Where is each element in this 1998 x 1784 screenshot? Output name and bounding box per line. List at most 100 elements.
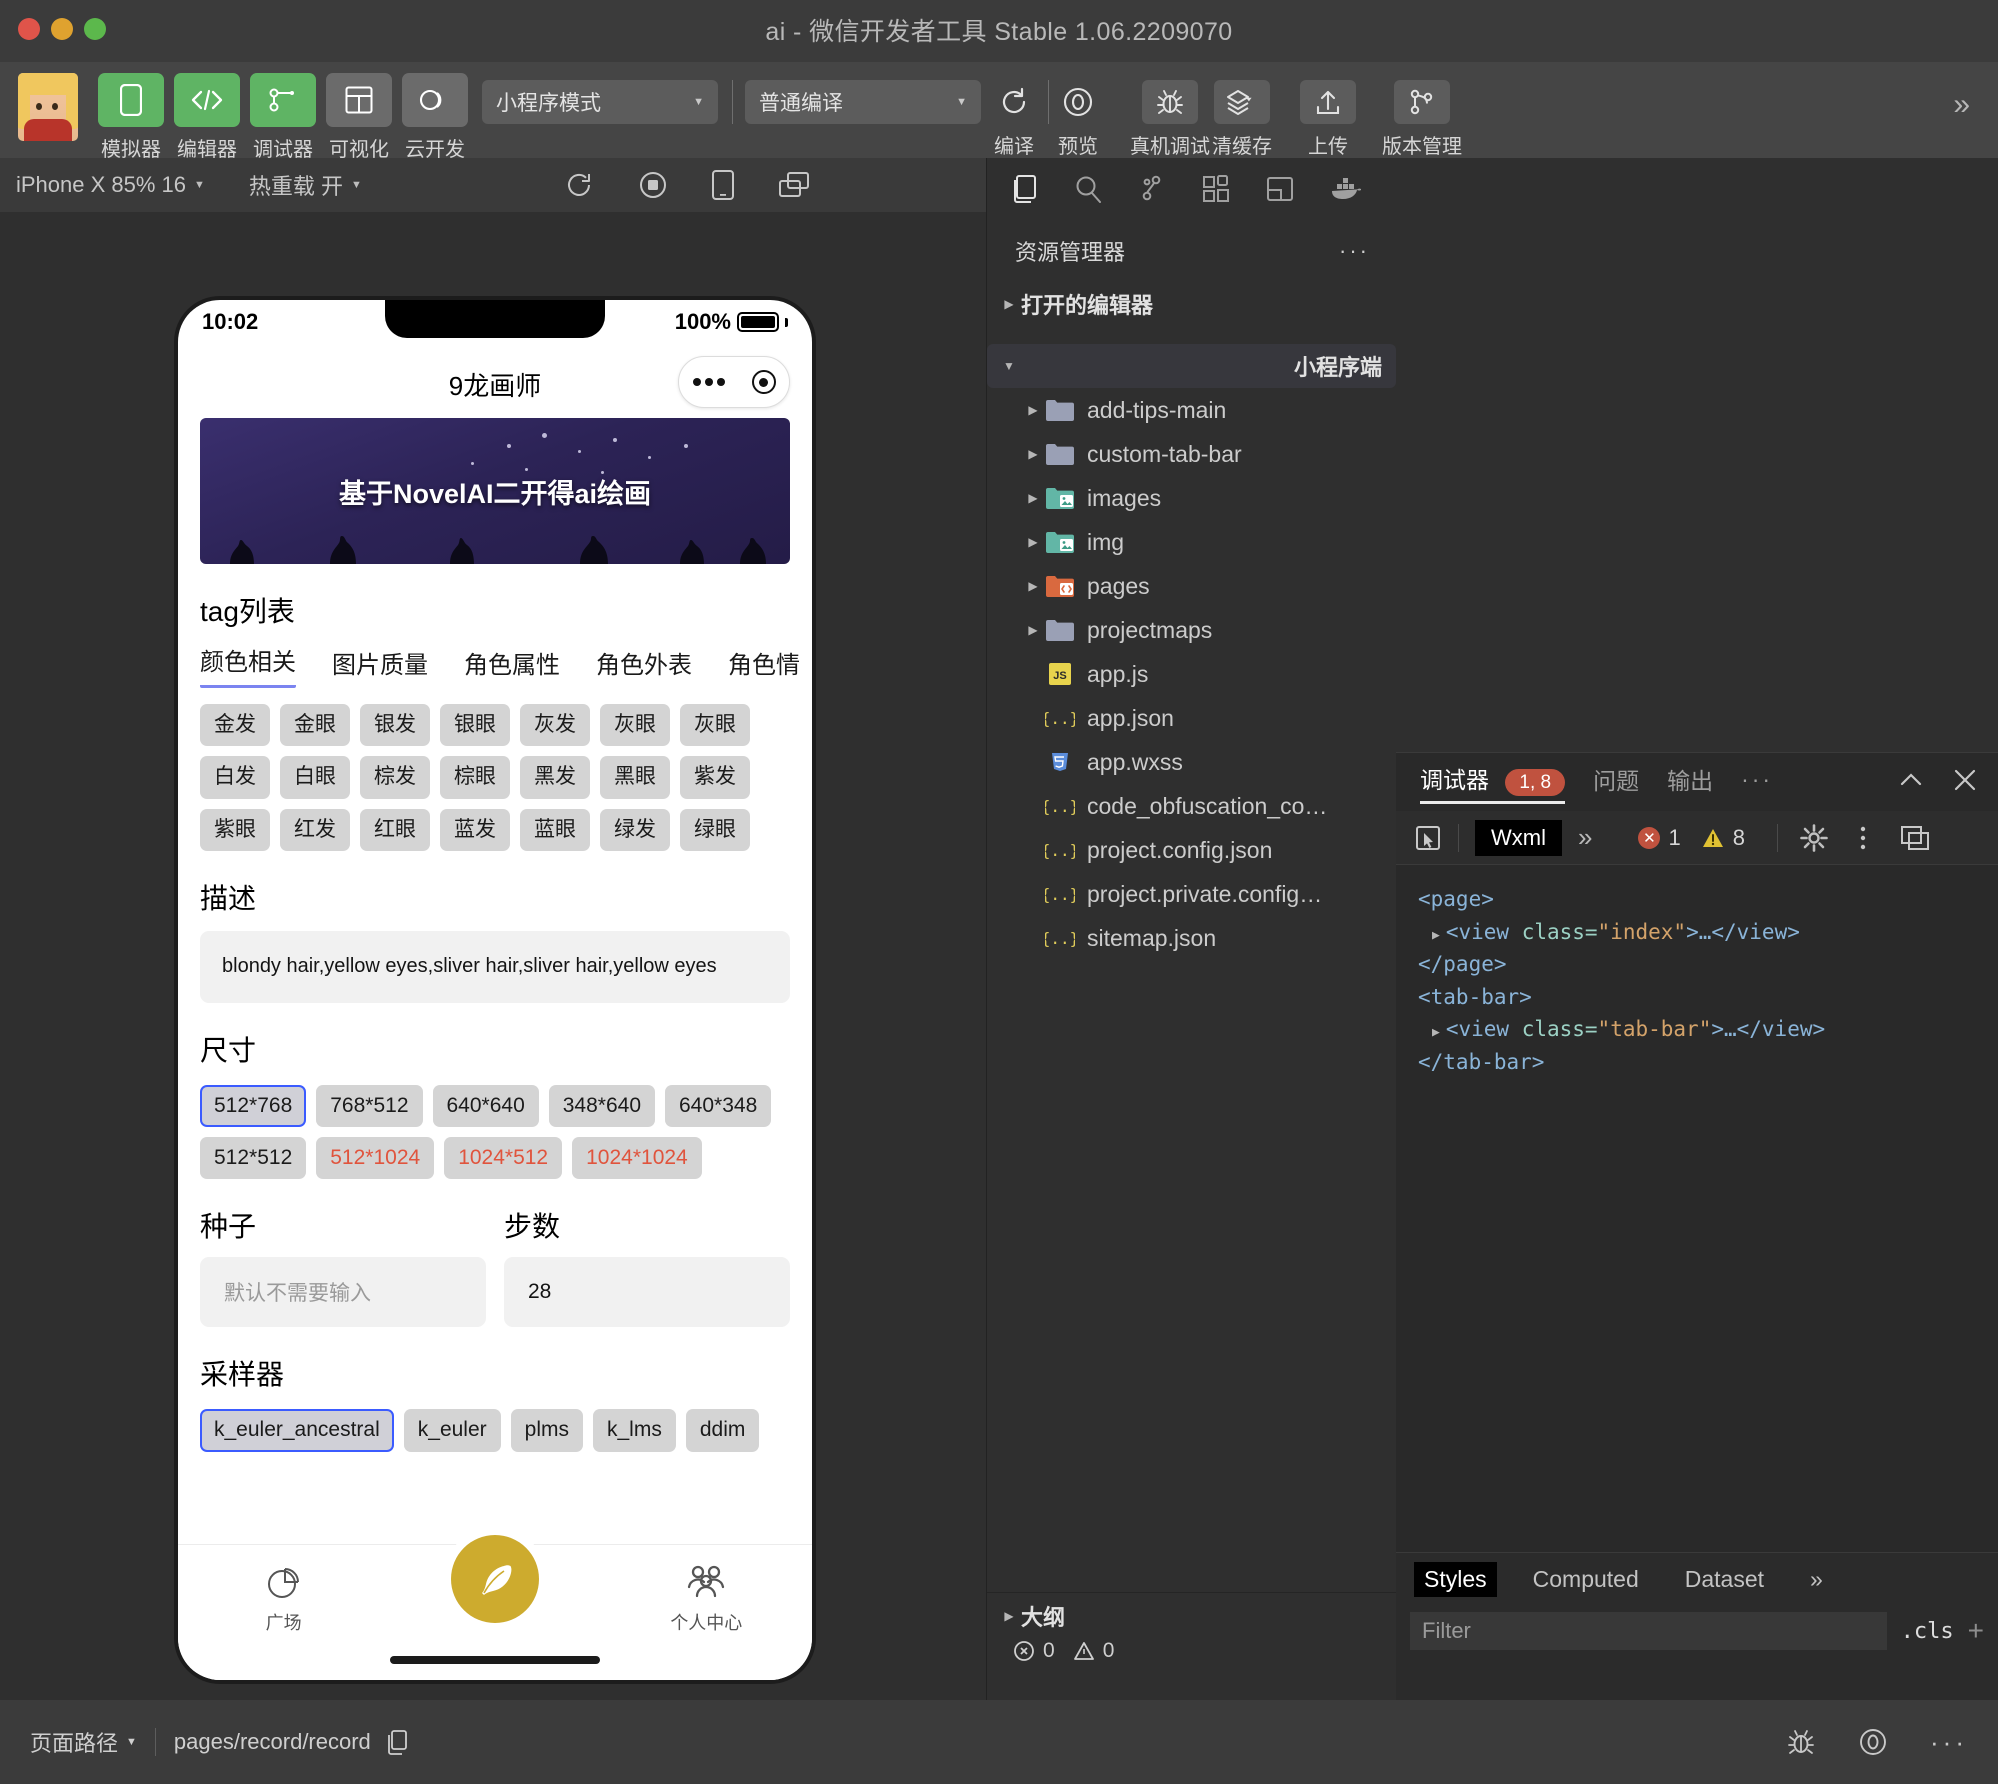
file-tree-row[interactable]: {..} project.config.json — [987, 828, 1396, 872]
real-device-debug-button[interactable]: 真机调试 — [1130, 80, 1210, 159]
debugger-more-button[interactable]: ··· — [1741, 766, 1773, 799]
tag-chip[interactable]: 灰发 — [520, 704, 590, 747]
toolbar-item-debugger[interactable]: 调试器 — [246, 62, 320, 162]
version-control-button[interactable]: 版本管理 — [1382, 80, 1462, 159]
close-target-icon[interactable] — [751, 370, 776, 394]
code-line[interactable]: </tab-bar> — [1418, 1046, 1982, 1079]
steps-input[interactable]: 28 — [504, 1257, 790, 1328]
tag-chip[interactable]: 蓝眼 — [520, 808, 590, 851]
tag-tab-0[interactable]: 颜色相关 — [200, 642, 296, 688]
tab-computed[interactable]: Computed — [1523, 1562, 1649, 1597]
outline-header[interactable]: ▶ 大纲 — [987, 1593, 1397, 1639]
gear-icon[interactable] — [1800, 823, 1828, 852]
size-chip[interactable]: 512*1024 — [316, 1137, 435, 1180]
compile-button[interactable]: 编译 — [986, 80, 1042, 159]
sub-tab-wxml[interactable]: Wxml — [1475, 819, 1562, 856]
extensions-icon[interactable] — [1201, 174, 1231, 204]
tag-chip[interactable]: 灰眼 — [680, 704, 750, 747]
close-icon[interactable] — [1952, 767, 1978, 793]
page-path-select[interactable]: 页面路径 ▼ — [30, 1726, 137, 1758]
size-chip[interactable]: 1024*1024 — [572, 1137, 702, 1180]
chevron-up-icon[interactable] — [1898, 769, 1924, 791]
explorer-group-miniprogram[interactable]: ▼ 小程序端 — [987, 344, 1396, 388]
toolbar-item-visualize[interactable]: 可视化 — [322, 62, 396, 162]
refresh-icon[interactable] — [564, 170, 594, 200]
styles-tabs-overflow[interactable]: » — [1800, 1562, 1833, 1597]
sampler-chip[interactable]: k_euler_ancestral — [200, 1409, 394, 1452]
tab-problems[interactable]: 问题 — [1593, 762, 1639, 802]
code-line[interactable]: </page> — [1418, 948, 1982, 981]
files-icon[interactable] — [1009, 174, 1039, 204]
sampler-chip[interactable]: ddim — [685, 1409, 760, 1452]
split-editor-icon[interactable] — [1265, 174, 1295, 204]
tab-output[interactable]: 输出 — [1667, 762, 1713, 802]
tab-plaza[interactable]: 广场 — [199, 1561, 369, 1635]
tag-chip[interactable]: 绿眼 — [680, 808, 750, 851]
file-tree-row[interactable]: ▶ images — [987, 476, 1396, 520]
mode-select[interactable]: 小程序模式 ▼ — [482, 80, 718, 124]
tab-dataset[interactable]: Dataset — [1675, 1562, 1774, 1597]
tag-chip[interactable]: 棕发 — [360, 756, 430, 799]
promo-banner[interactable]: 基于NovelAI二开得ai绘画 — [200, 418, 790, 564]
multi-window-icon[interactable] — [778, 171, 810, 199]
explorer-group-open-editors[interactable]: ▶ 打开的编辑器 — [987, 282, 1396, 326]
file-tree-row[interactable]: ▶ img — [987, 520, 1396, 564]
size-chip[interactable]: 768*512 — [316, 1084, 423, 1127]
code-line[interactable]: <tab-bar> — [1418, 981, 1982, 1014]
wxml-code-view[interactable]: <page> ▶ <view class="index">…</view> </pag… — [1396, 865, 1998, 1078]
tag-tab-3[interactable]: 角色外表 — [596, 645, 692, 688]
record-stop-icon[interactable] — [638, 170, 668, 200]
code-line[interactable]: ▶ <view class="tab-bar">…</view> — [1418, 1013, 1982, 1046]
clear-cache-button[interactable]: 清缓存 — [1212, 80, 1272, 159]
toolbar-item-cloud[interactable]: 云开发 — [398, 62, 472, 162]
tag-chip[interactable]: 白眼 — [280, 756, 350, 799]
file-tree-row[interactable]: {..} project.private.config… — [987, 872, 1396, 916]
size-chip[interactable]: 1024*512 — [444, 1137, 563, 1180]
copy-icon[interactable] — [385, 1729, 409, 1755]
tag-chip[interactable]: 蓝发 — [440, 808, 510, 851]
dock-side-icon[interactable] — [1900, 825, 1930, 851]
tag-chip[interactable]: 灰眼 — [600, 704, 670, 747]
styles-filter-input[interactable]: Filter — [1410, 1612, 1887, 1650]
tag-chip[interactable]: 棕眼 — [440, 756, 510, 799]
issue-counts[interactable]: ✕ 1 8 — [1638, 825, 1745, 851]
code-line[interactable]: <page> — [1418, 883, 1982, 916]
search-icon[interactable] — [1073, 174, 1103, 204]
kebab-menu-icon[interactable] — [1858, 824, 1868, 852]
file-tree-row[interactable]: ▶ add-tips-main — [987, 388, 1396, 432]
size-chip[interactable]: 512*512 — [200, 1137, 307, 1180]
tab-debugger[interactable]: 调试器 1, 8 — [1420, 761, 1566, 804]
inspect-element-icon[interactable] — [1414, 824, 1442, 852]
tag-chip[interactable]: 绿发 — [600, 808, 670, 851]
tag-chip[interactable]: 红发 — [280, 808, 350, 851]
file-tree-row[interactable]: app.wxss — [987, 740, 1396, 784]
tag-chip[interactable]: 紫眼 — [200, 808, 270, 851]
size-chip[interactable]: 512*768 — [200, 1084, 307, 1127]
file-tree-row[interactable]: JS app.js — [987, 652, 1396, 696]
tag-chip[interactable]: 白发 — [200, 756, 270, 799]
sub-tabs-overflow[interactable]: » — [1578, 822, 1592, 853]
file-tree-row[interactable]: {..} code_obfuscation_co… — [987, 784, 1396, 828]
tag-chip[interactable]: 银发 — [360, 704, 430, 747]
compile-select[interactable]: 普通编译 ▼ — [745, 80, 981, 124]
tag-chip[interactable]: 红眼 — [360, 808, 430, 851]
size-chip[interactable]: 348*640 — [548, 1084, 655, 1127]
tab-styles[interactable]: Styles — [1414, 1561, 1497, 1597]
tag-chip[interactable]: 黑眼 — [600, 756, 670, 799]
docker-icon[interactable] — [1329, 176, 1361, 202]
size-chip[interactable]: 640*640 — [432, 1084, 539, 1127]
file-tree-row[interactable]: {..} sitemap.json — [987, 916, 1396, 960]
bug-icon[interactable] — [1786, 1727, 1816, 1757]
file-tree-row[interactable]: ▶ custom-tab-bar — [987, 432, 1396, 476]
tab-profile[interactable]: 个人中心 — [621, 1561, 791, 1635]
tag-tab-1[interactable]: 图片质量 — [332, 645, 428, 688]
tag-chip[interactable]: 银眼 — [440, 704, 510, 747]
code-line[interactable]: ▶ <view class="index">…</view> — [1418, 916, 1982, 949]
menu-dots-icon[interactable] — [692, 378, 725, 386]
tag-chip[interactable]: 紫发 — [680, 756, 750, 799]
preview-button[interactable]: 预览 — [1050, 80, 1106, 159]
sampler-chip[interactable]: k_euler — [403, 1409, 501, 1452]
explorer-more-button[interactable]: ··· — [1339, 238, 1370, 264]
description-input[interactable]: blondy hair,yellow eyes,sliver hair,sliv… — [200, 930, 790, 1003]
tag-chip[interactable]: 黑发 — [520, 756, 590, 799]
